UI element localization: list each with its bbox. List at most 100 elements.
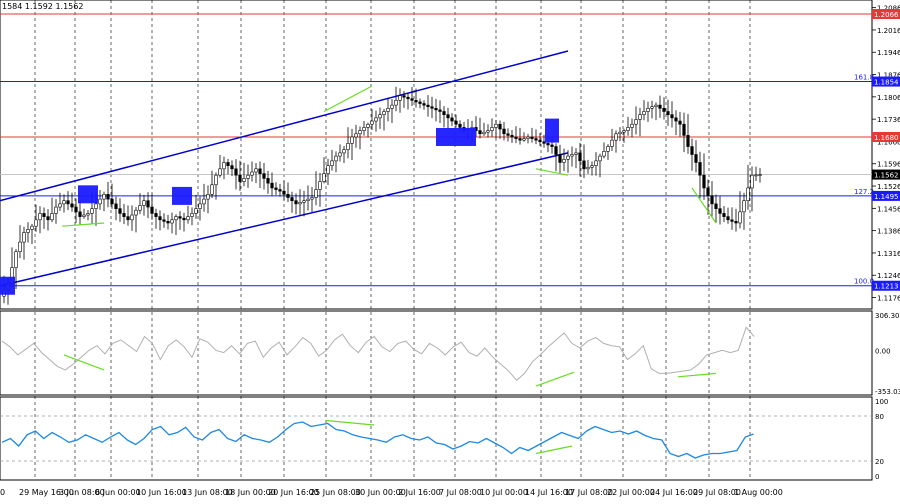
- candle-body: [654, 104, 658, 108]
- candle-body: [522, 138, 526, 141]
- time-axis-label: 2 Jul 16:00: [398, 488, 441, 497]
- time-axis-label: 22 Jul 00:00: [607, 488, 655, 497]
- candle-body: [626, 127, 630, 131]
- candle-body: [358, 130, 362, 135]
- candle-body: [22, 232, 26, 243]
- candle-body: [158, 216, 162, 221]
- candle-body: [94, 203, 98, 209]
- candle-body: [278, 189, 282, 192]
- time-axis-label: 10 Jun 16:00: [136, 488, 187, 497]
- candle-body: [498, 123, 502, 130]
- candle-body: [234, 168, 238, 176]
- indicator1-axis-label: -353.035: [875, 388, 900, 396]
- candle-body: [738, 211, 742, 224]
- candle-body: [194, 208, 198, 214]
- candle-body: [282, 190, 286, 195]
- candle-body: [146, 200, 150, 208]
- candle-body: [586, 166, 590, 170]
- candle-body: [490, 127, 494, 131]
- indicator2-axis-label: 20: [875, 458, 884, 466]
- candle-body: [726, 216, 730, 221]
- candle-body: [110, 198, 114, 205]
- current-price-label: 1.1562: [874, 172, 899, 180]
- candle-body: [74, 206, 78, 213]
- candle-body: [458, 123, 462, 128]
- candle-body: [362, 127, 366, 131]
- candle-body: [82, 214, 86, 217]
- candle-body: [102, 194, 106, 200]
- candle-body: [162, 219, 166, 222]
- candle-body: [410, 98, 414, 101]
- candle-body: [582, 160, 586, 170]
- candle-body: [602, 151, 606, 157]
- candle-body: [306, 198, 310, 201]
- candle-body: [230, 165, 234, 170]
- candle-body: [714, 203, 718, 209]
- candle-body: [606, 146, 610, 152]
- signal-marker: [78, 185, 98, 204]
- candle-body: [130, 214, 134, 221]
- candle-body: [150, 206, 154, 214]
- candle-body: [658, 104, 662, 109]
- candle-body: [314, 189, 318, 198]
- candle-body: [326, 165, 330, 174]
- chart-svg: 1584 1.1592 1.1562 0 29 May 16:003 Jun 08…: [0, 0, 900, 497]
- price-tick-label: 1.2016: [877, 27, 900, 35]
- candle-body: [214, 174, 218, 186]
- time-axis-label: 7 Jul 08:00: [439, 488, 482, 497]
- candle-body: [482, 131, 486, 135]
- indicator1-divergence-line: [535, 371, 575, 387]
- candle-body: [386, 108, 390, 112]
- candle-body: [30, 225, 34, 230]
- candle-body: [222, 162, 226, 170]
- candle-body: [330, 160, 334, 166]
- candle-body: [642, 111, 646, 115]
- candle-body: [206, 194, 210, 200]
- candle-body: [42, 213, 46, 217]
- candle-body: [50, 213, 54, 221]
- candle-body: [758, 174, 762, 176]
- candle-body: [674, 117, 678, 122]
- candle-body: [178, 216, 182, 219]
- indicator2-axis-label: 0: [875, 473, 879, 481]
- candle-body: [98, 198, 102, 205]
- candle-body: [258, 168, 262, 174]
- candle-body: [46, 216, 50, 221]
- candle-body: [506, 133, 510, 136]
- candle-body: [138, 205, 142, 211]
- candle-body: [54, 206, 58, 214]
- candle-body: [174, 216, 178, 221]
- candle-body: [274, 187, 278, 190]
- indicator2-line: [1, 421, 754, 459]
- candle-body: [638, 114, 642, 120]
- candle-body: [538, 139, 542, 143]
- candle-body: [238, 174, 242, 182]
- indicator2-axis-label: 100: [875, 398, 888, 406]
- candle-body: [226, 162, 230, 166]
- time-axis-label: 0: [0, 488, 5, 497]
- signal-marker: [545, 118, 559, 143]
- candle-body: [166, 221, 170, 224]
- candle-body: [394, 100, 398, 106]
- candle-body: [354, 133, 358, 138]
- candle-body: [26, 229, 30, 233]
- candle-body: [38, 213, 42, 221]
- candle-body: [662, 108, 666, 112]
- price-tick-label: 1.1246: [877, 272, 900, 280]
- candle-body: [530, 136, 534, 139]
- price-tick-label: 1.1176: [877, 295, 900, 303]
- candle-body: [34, 219, 38, 227]
- candle-body: [210, 184, 214, 195]
- candle-body: [434, 108, 438, 111]
- candle-body: [318, 181, 322, 190]
- candle-body: [106, 194, 110, 200]
- candle-body: [414, 100, 418, 103]
- candle-body: [70, 203, 74, 208]
- candle-body: [402, 95, 406, 98]
- candle-body: [418, 101, 422, 104]
- candle-body: [426, 104, 430, 108]
- candle-body: [526, 136, 530, 139]
- trading-chart: 1584 1.1592 1.1562 0 29 May 16:00 3 Jun 08…: [0, 0, 900, 500]
- candle-body: [218, 168, 222, 176]
- candle-body: [294, 200, 298, 205]
